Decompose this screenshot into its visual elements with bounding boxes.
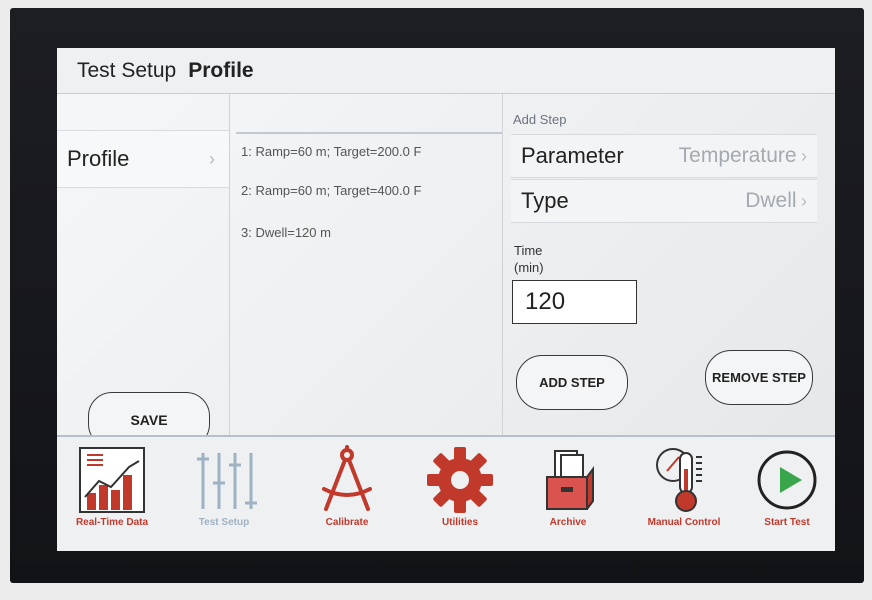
toolbar-label: Start Test bbox=[764, 517, 810, 528]
time-label-line2: (min) bbox=[514, 260, 544, 275]
archive-icon bbox=[546, 450, 594, 510]
step-list: 1: Ramp=60 m; Target=200.0 F 2: Ramp=60 … bbox=[230, 94, 503, 435]
time-label-line1: Time bbox=[514, 243, 543, 258]
parameter-label: Parameter bbox=[521, 143, 624, 168]
list-divider bbox=[236, 132, 502, 134]
remove-step-button[interactable]: REMOVE STEP bbox=[705, 350, 813, 405]
add-step-button[interactable]: ADD STEP bbox=[516, 355, 628, 410]
toolbar-label: Real-Time Data bbox=[75, 517, 149, 528]
parameter-value: Temperature bbox=[678, 144, 797, 167]
compass-icon bbox=[322, 445, 372, 511]
chevron-right-icon: › bbox=[209, 148, 215, 169]
toolbar-label: Calibrate bbox=[325, 517, 369, 528]
start-test-button[interactable]: Start Test bbox=[742, 445, 832, 545]
touch-screen: Test Setup Profile Profile › SAVE 1: Ram… bbox=[57, 48, 835, 551]
test-setup-button[interactable]: Test Setup bbox=[179, 445, 269, 545]
left-panel: Profile › SAVE bbox=[57, 94, 230, 448]
list-item[interactable]: 1: Ramp=60 m; Target=200.0 F bbox=[241, 144, 421, 159]
gear-icon bbox=[427, 447, 493, 513]
toolbar-label: Archive bbox=[549, 517, 587, 528]
chevron-right-icon: › bbox=[801, 191, 807, 211]
thermometer-icon bbox=[656, 448, 702, 512]
parameter-row[interactable]: Parameter Temperature › bbox=[511, 134, 817, 178]
list-item[interactable]: 2: Ramp=60 m; Target=400.0 F bbox=[241, 183, 421, 198]
type-row[interactable]: Type Dwell › bbox=[511, 179, 817, 223]
sidebar-item-label: Profile bbox=[67, 146, 130, 171]
section-label: Add Step bbox=[513, 112, 567, 127]
play-icon bbox=[757, 450, 817, 510]
type-value: Dwell bbox=[745, 189, 797, 212]
title-bar: Test Setup Profile bbox=[57, 48, 835, 94]
toolbar-label: Manual Control bbox=[647, 517, 721, 528]
calibrate-button[interactable]: Calibrate bbox=[302, 445, 392, 545]
manual-control-button[interactable]: Manual Control bbox=[639, 445, 729, 545]
add-step-panel: Add Step Parameter Temperature › Type Dw… bbox=[503, 94, 835, 435]
realtime-data-button[interactable]: Real-Time Data bbox=[67, 445, 157, 545]
type-label: Type bbox=[521, 188, 569, 213]
chart-icon bbox=[79, 447, 145, 513]
toolbar-label: Utilities bbox=[441, 517, 479, 528]
bottom-toolbar: Real-Time Data Test Setup Calibrate Util… bbox=[57, 435, 835, 551]
chevron-right-icon: › bbox=[801, 146, 807, 166]
sliders-icon bbox=[197, 453, 257, 509]
time-label: Time (min) bbox=[514, 242, 554, 276]
utilities-button[interactable]: Utilities bbox=[415, 445, 505, 545]
list-item[interactable]: 3: Dwell=120 m bbox=[241, 225, 331, 240]
breadcrumb-test-setup[interactable]: Test Setup bbox=[77, 59, 176, 83]
archive-button[interactable]: Archive bbox=[523, 445, 613, 545]
page-title: Profile bbox=[188, 58, 254, 82]
toolbar-label: Test Setup bbox=[198, 517, 250, 528]
sidebar-item-profile[interactable]: Profile › bbox=[57, 130, 229, 188]
time-input[interactable]: 120 bbox=[512, 280, 637, 324]
